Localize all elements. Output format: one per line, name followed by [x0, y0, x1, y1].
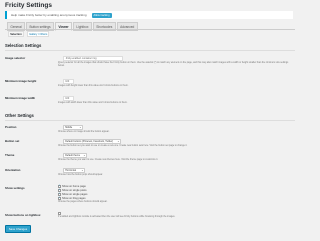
theme-select[interactable]: Default theme ▾ [63, 153, 87, 158]
chevron-down-icon: ▾ [81, 169, 83, 172]
image-selector-input[interactable]: .fricity-enabled .container img [63, 56, 123, 61]
button-set-desc: Choose the button set you want to use or… [58, 145, 188, 147]
save-changes-button[interactable]: Save Changes [5, 225, 31, 234]
tracking-notice: Help make Fricity better by enabling ano… [5, 11, 293, 19]
sub-tabs: Selection Gallery / Others [8, 31, 52, 38]
theme-desc: Choose the theme you want to use. Create… [58, 159, 159, 161]
chevron-down-icon: ▾ [83, 154, 85, 157]
button-set-value: Default buttons (Pinterest, Facebook, Tw… [65, 139, 114, 143]
checkbox-label: Show on single posts [61, 189, 87, 192]
min-width-label: Minimum image width [5, 96, 36, 100]
show-posts-checkbox[interactable]: ✓ Show on single posts [58, 189, 87, 192]
tab-general[interactable]: General [7, 22, 26, 32]
chevron-down-icon: ▾ [117, 140, 119, 143]
show-pages-checkbox[interactable]: ✓ Show on single pages [58, 193, 87, 196]
image-selector-desc: jQuery selector for all the images that … [58, 62, 289, 67]
orientation-select[interactable]: Horizontal ▾ [63, 168, 85, 173]
tab-advanced[interactable]: Advanced [116, 22, 138, 32]
chevron-down-icon: ▾ [79, 126, 81, 129]
tab-shortcodes[interactable]: Shortcodes [92, 22, 116, 32]
orientation-desc: Choose how the button pops should appear… [58, 174, 103, 176]
allow-tracking-button[interactable]: Allow tracking [91, 12, 112, 18]
notice-text: Help make Fricity better by enabling ano… [11, 13, 87, 17]
min-height-input[interactable]: 100 [63, 79, 74, 84]
checkbox-label: Show on single pages [61, 193, 88, 196]
checkbox[interactable]: ✓ [58, 197, 61, 200]
checkbox[interactable] [58, 212, 61, 215]
show-blog-checkbox[interactable]: ✓ Show on blog pages [58, 197, 86, 200]
show-lightbox-label: Show buttons on lightbox [5, 213, 41, 217]
show-lightbox-desc: If enabled and lightbox module is activa… [58, 216, 176, 218]
button-set-label: Button set [5, 139, 20, 143]
show-settings-desc: Choose the pages where buttons should ap… [58, 201, 108, 203]
checkbox-label: Show on home page [61, 185, 86, 188]
min-height-label: Minimum image height [5, 79, 37, 83]
position-select[interactable]: Middle ▾ [63, 125, 83, 130]
tab-button-settings[interactable]: Button settings [26, 22, 54, 32]
checkbox-label: Show on blog pages [61, 197, 86, 200]
orientation-value: Horizontal [65, 168, 76, 172]
theme-value: Default theme [65, 153, 81, 157]
tab-viewer[interactable]: Viewer [55, 22, 73, 32]
settings-tabs: General Button settings Viewer Lightbox … [7, 22, 139, 32]
min-width-input[interactable]: 100 [63, 96, 74, 101]
position-value: Middle [65, 125, 73, 129]
selection-heading: Selection Settings [5, 43, 42, 48]
tab-lightbox[interactable]: Lightbox [73, 22, 92, 32]
subtab-gallery-others[interactable]: Gallery / Others [26, 31, 50, 38]
theme-label: Theme [5, 153, 15, 157]
show-home-checkbox[interactable]: ✓ Show on home page [58, 185, 86, 188]
subtab-selection[interactable]: Selection [8, 31, 24, 38]
button-set-select[interactable]: Default buttons (Pinterest, Facebook, Tw… [63, 139, 121, 144]
min-width-desc: Images with width lower than this value … [58, 102, 128, 104]
orientation-label: Orientation [5, 168, 21, 172]
min-height-desc: Images with height lower than this value… [58, 85, 129, 87]
show-lightbox-checkbox[interactable] [58, 212, 62, 215]
position-label: Position [5, 125, 17, 129]
image-selector-label: Image selector [5, 56, 26, 60]
page-title: Fricity Settings [5, 2, 52, 9]
other-heading: Other Settings [5, 113, 34, 118]
position-desc: Choose where on image should the button … [58, 131, 110, 133]
show-settings-label: Show settings [5, 186, 25, 190]
